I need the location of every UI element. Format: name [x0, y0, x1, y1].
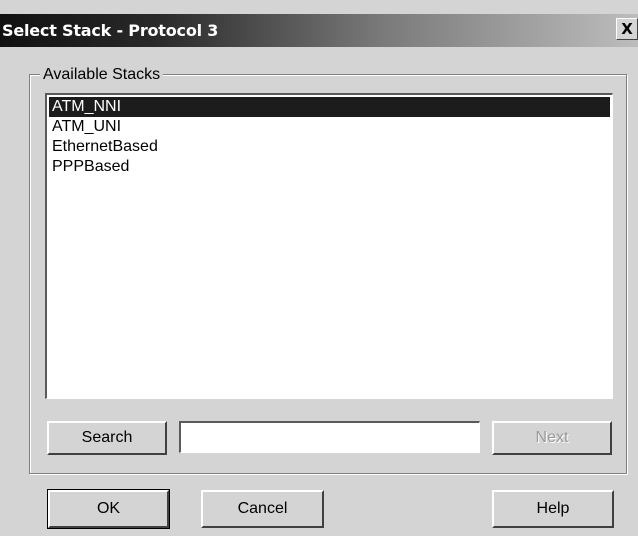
title-bar[interactable]: Select Stack - Protocol 3 X [0, 14, 638, 47]
next-button-label: Next [535, 429, 569, 446]
cancel-button[interactable]: Cancel [201, 490, 324, 528]
close-button[interactable]: X [616, 18, 638, 40]
cancel-button-label: Cancel [237, 500, 288, 517]
search-input[interactable] [179, 421, 480, 453]
next-button[interactable]: Next [492, 421, 612, 455]
help-button-label: Help [536, 500, 570, 517]
close-icon: X [621, 20, 633, 38]
dialog-title: Select Stack - Protocol 3 [2, 21, 219, 40]
stack-item-atm-uni[interactable]: ATM_UNI [49, 117, 610, 137]
stack-item-ethernetbased[interactable]: EthernetBased [49, 137, 610, 157]
ok-button[interactable]: OK [47, 489, 170, 529]
stack-item-pppbased[interactable]: PPPBased [49, 157, 610, 177]
search-button[interactable]: Search [47, 421, 167, 455]
stacks-listbox[interactable]: ATM_NNI ATM_UNI EthernetBased PPPBased [45, 93, 613, 399]
available-stacks-label: Available Stacks [40, 66, 164, 84]
help-button[interactable]: Help [492, 490, 614, 528]
search-button-label: Search [81, 429, 133, 446]
select-stack-dialog: Select Stack - Protocol 3 X Available St… [0, 0, 638, 536]
stack-item-atm-nni[interactable]: ATM_NNI [49, 97, 610, 117]
ok-button-label: OK [96, 500, 121, 517]
